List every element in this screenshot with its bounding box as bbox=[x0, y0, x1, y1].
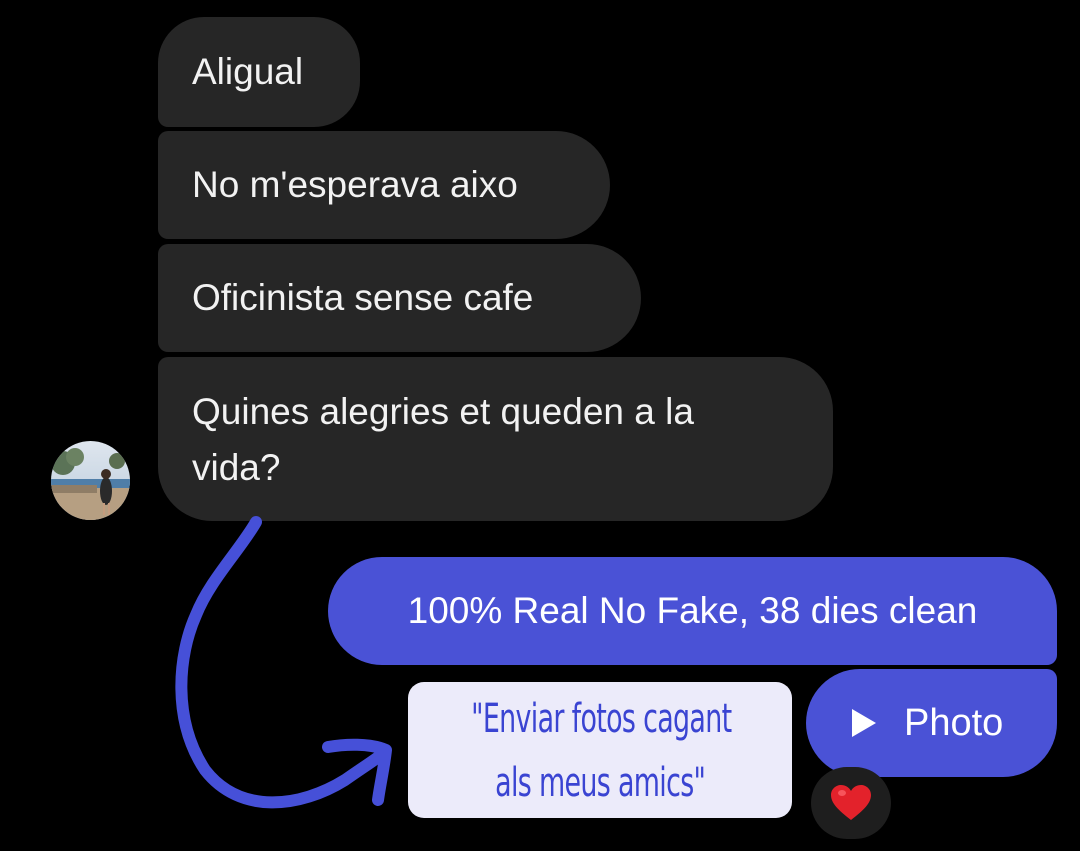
annotation-text: als meus amics" bbox=[494, 760, 706, 806]
incoming-message[interactable]: Aligual bbox=[158, 17, 360, 127]
incoming-message[interactable]: Quines alegries et queden a la vida? bbox=[158, 357, 833, 521]
annotation-text: "Enviar fotos cagant bbox=[471, 696, 732, 742]
message-text: Aligual bbox=[192, 51, 304, 92]
message-text: 100% Real No Fake, 38 dies clean bbox=[407, 590, 978, 631]
message-text: Quines alegries et queden a la bbox=[192, 391, 694, 432]
red-heart-icon bbox=[831, 785, 871, 820]
message-text: No m'esperava aixo bbox=[192, 164, 518, 205]
message-text: Oficinista sense cafe bbox=[192, 277, 534, 318]
reaction-badge[interactable] bbox=[811, 767, 891, 839]
annotation-note: "Enviar fotos cagant als meus amics" bbox=[408, 682, 792, 818]
photo-message[interactable]: Photo bbox=[806, 669, 1057, 777]
photo-label: Photo bbox=[904, 702, 1004, 744]
avatar-photo bbox=[51, 441, 130, 520]
avatar[interactable] bbox=[51, 441, 130, 520]
message-text: vida? bbox=[192, 447, 281, 488]
incoming-message[interactable]: Oficinista sense cafe bbox=[158, 244, 641, 352]
incoming-message[interactable]: No m'esperava aixo bbox=[158, 131, 610, 239]
outgoing-message[interactable]: 100% Real No Fake, 38 dies clean bbox=[328, 557, 1057, 665]
play-icon bbox=[852, 709, 876, 737]
